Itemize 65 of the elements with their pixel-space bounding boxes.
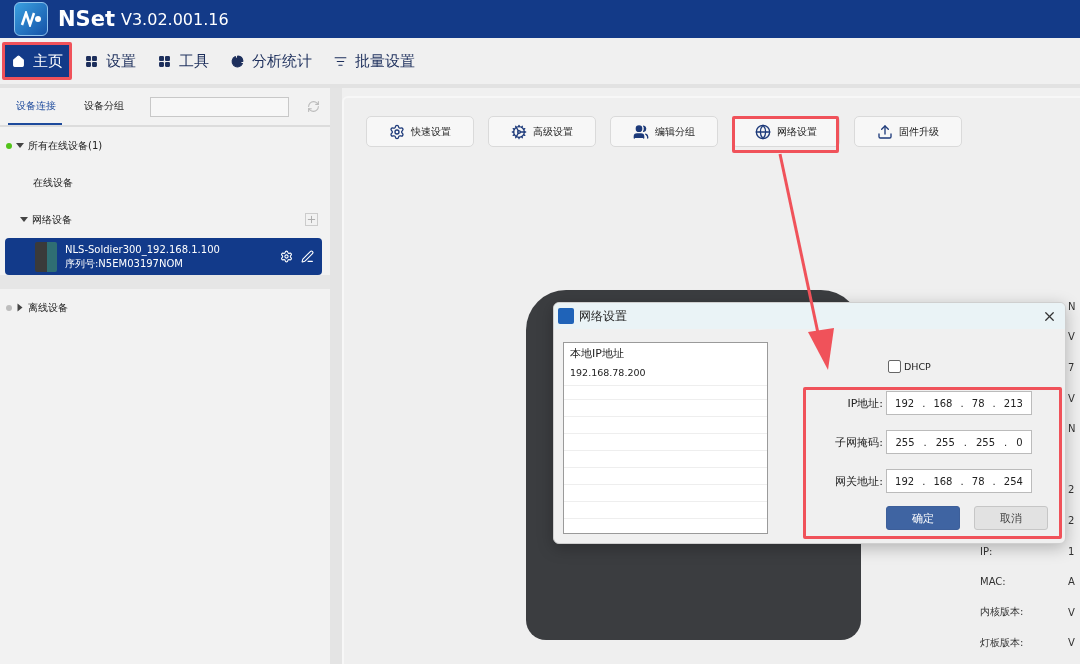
device-name: NLS-Soldier300_192.168.1.100 <box>65 242 221 257</box>
nav-tab[interactable]: 批量设置 <box>326 45 423 77</box>
users-icon <box>633 123 649 140</box>
info-value: V <box>1068 392 1075 404</box>
serial-number: 序列号:N5EM03197NOM <box>65 256 184 271</box>
info-label: MAC: <box>980 576 1007 588</box>
field-label: IP地址: <box>846 395 883 411</box>
checkbox-label: DHCP <box>904 361 931 372</box>
info-label: IP: <box>980 545 994 557</box>
grid-icon <box>85 54 98 68</box>
field-label: 网关地址: <box>834 473 883 489</box>
nav-tab[interactable]: 工具 <box>150 45 217 77</box>
gear-icon[interactable] <box>280 250 293 263</box>
tree-item[interactable]: 在线设备 <box>33 175 73 190</box>
toolbar-button[interactable]: 高级设置 <box>488 116 596 147</box>
device-thumbnail <box>35 241 57 272</box>
dialog-button[interactable]: 取消 <box>974 506 1048 530</box>
info-label: 内核版本: <box>980 605 1025 620</box>
checkbox[interactable] <box>888 360 901 373</box>
upload-icon <box>877 123 893 140</box>
field-label: 子网掩码: <box>834 434 883 450</box>
info-value: V <box>1068 606 1075 618</box>
info-value: 1 <box>1068 545 1075 557</box>
nav-tab[interactable]: 主页 <box>4 45 71 77</box>
pie-chart-icon <box>231 54 244 68</box>
info-value: 2 <box>1068 514 1075 526</box>
search-field[interactable] <box>150 96 289 117</box>
home-icon <box>12 54 25 68</box>
expand-caret[interactable] <box>20 217 28 222</box>
info-value: 7 <box>1068 362 1075 373</box>
expand-caret[interactable] <box>17 303 23 312</box>
info-value: N <box>1068 300 1076 312</box>
list-icon <box>334 54 347 68</box>
info-value: V <box>1068 331 1075 343</box>
tree-item[interactable]: 网络设备 <box>32 212 72 227</box>
gears-icon <box>511 123 527 140</box>
info-label: 灯板版本: <box>980 635 1025 650</box>
info-value: N <box>1068 423 1076 435</box>
info-value: V <box>1068 637 1075 649</box>
gear-icon <box>389 123 405 140</box>
ip-input-field[interactable]: 255 . 255 . 255 . 0 <box>886 430 1032 454</box>
grid-icon <box>158 54 171 68</box>
app-version: V3.02.001.16 <box>121 9 229 29</box>
dialog-title: 网络设置 <box>579 307 628 325</box>
ip-input-field[interactable]: 192 . 168 . 78 . 213 <box>886 391 1032 415</box>
dialog-button[interactable]: 确定 <box>886 506 960 530</box>
sidebar-tab[interactable]: 设备连接 <box>8 88 62 125</box>
nav-tab[interactable]: 分析统计 <box>223 45 320 77</box>
edit-icon[interactable] <box>301 250 314 263</box>
info-value: 2 <box>1068 484 1075 496</box>
sidebar-tab[interactable]: 设备分组 <box>76 88 132 125</box>
expand-caret[interactable] <box>16 143 24 148</box>
app-title: NSet <box>58 7 115 31</box>
tree-item[interactable]: 离线设备 <box>28 300 68 315</box>
toolbar-button[interactable]: 编辑分组 <box>610 116 718 147</box>
highlight-frame <box>2 42 72 80</box>
list-header: 本地IP地址 <box>564 343 767 365</box>
nav-tab[interactable]: 设置 <box>77 45 144 77</box>
info-value: A <box>1068 576 1075 588</box>
tree-item[interactable]: 所有在线设备(1) <box>28 138 103 153</box>
device-row[interactable]: NLS-Soldier300_192.168.1.100 序列号:N5EM03197NOM <box>5 238 322 275</box>
ip-input-field[interactable]: 192 . 168 . 78 . 254 <box>886 469 1032 493</box>
toolbar-button[interactable]: 固件升级 <box>854 116 962 147</box>
toolbar-button[interactable]: 快速设置 <box>366 116 474 147</box>
globe-icon <box>755 123 771 140</box>
